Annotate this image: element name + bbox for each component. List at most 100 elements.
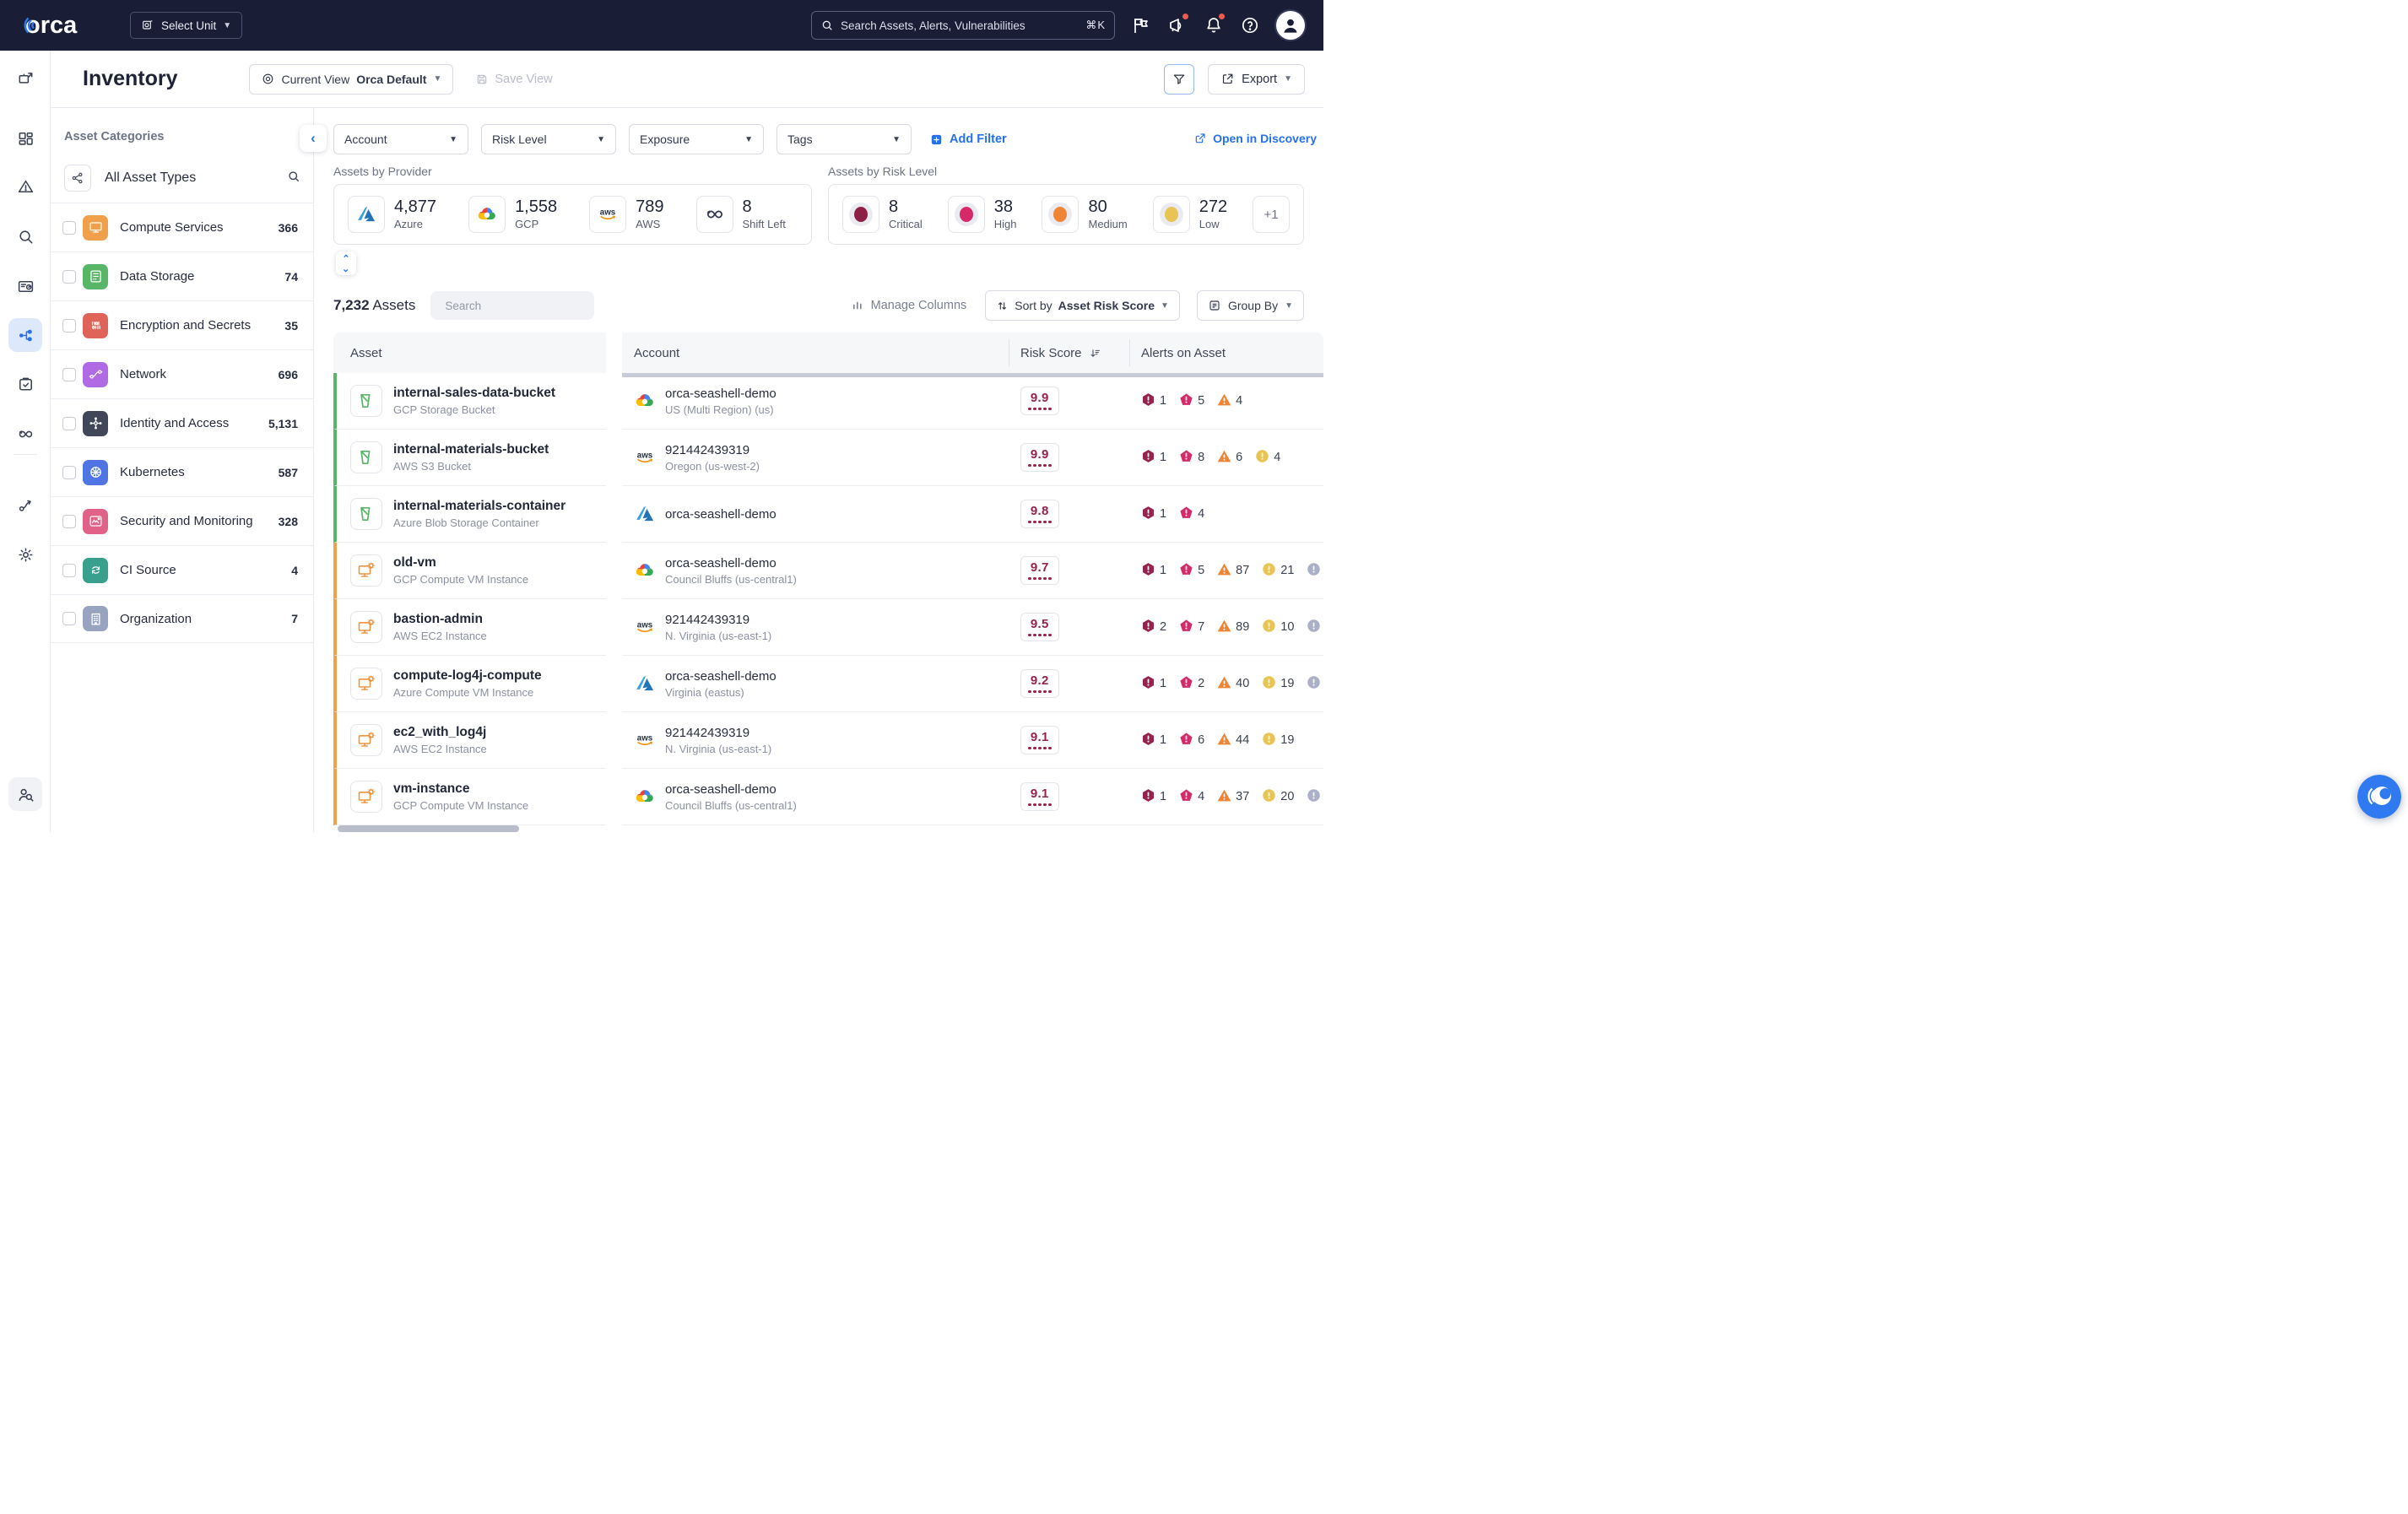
table-row-details[interactable]: aws 921442439319 Oregon (us-west-2) 9.9 1 8 6 4 [622,430,1323,486]
table-row-details[interactable]: orca-seashell-demo 9.8 1 4 [622,486,1323,543]
alert-count-critical[interactable]: 2 [1141,619,1166,636]
alert-count-medium[interactable]: 37 [1217,788,1249,806]
alert-count-high[interactable]: 5 [1179,562,1204,580]
chat-support-button[interactable] [2357,775,2401,819]
alert-count-low[interactable]: 4 [1255,449,1280,467]
category-item-organization[interactable]: Organization 7 [51,594,313,643]
sidebar-item-compliance[interactable] [8,367,42,401]
alert-count-info[interactable] [1307,788,1321,806]
sidebar-item-dashboard[interactable] [8,122,42,155]
avatar[interactable] [1276,11,1305,40]
sidebar-item-alerts[interactable] [8,170,42,203]
checkbox[interactable] [62,563,76,577]
collapse-stats-toggle[interactable]: ⌃ ⌃ [336,251,356,275]
alert-count-high[interactable]: 4 [1179,506,1204,523]
sidebar-item-assets-report[interactable] [8,269,42,303]
current-view-dropdown[interactable]: Current View Orca Default ▼ [248,63,454,95]
group-by-button[interactable]: Group By ▼ [1196,290,1304,321]
alert-count-critical[interactable]: 1 [1141,392,1166,410]
category-item-kubernetes[interactable]: Kubernetes 587 [51,447,313,496]
alert-count-critical[interactable]: 1 [1141,506,1166,523]
alert-count-high[interactable]: 4 [1179,788,1204,806]
alert-count-info[interactable]: 118 [1307,619,1323,636]
alert-count-medium[interactable]: 89 [1217,619,1249,636]
unpin-sidebar-icon[interactable] [8,62,42,96]
column-header-risk-score[interactable]: Risk Score [1009,333,1129,373]
sidebar-item-shift-left[interactable] [8,417,42,451]
checkbox[interactable] [62,416,76,430]
table-row-asset[interactable]: ec2_with_log4j AWS EC2 Instance [333,712,606,769]
risk-score-badge[interactable]: 9.1 [1020,781,1059,812]
sort-by-button[interactable]: Sort by Asset Risk Score ▼ [985,290,1180,321]
asset-name[interactable]: bastion-admin [393,612,487,627]
risk-stat-medium[interactable]: 80 Medium [1042,196,1128,233]
sidebar-item-inventory[interactable] [8,318,42,352]
table-row-details[interactable]: orca-seashell-demo US (Multi Region) (us)… [622,373,1323,430]
add-filter-button[interactable]: Add Filter [929,132,1007,147]
category-item-compute-services[interactable]: Compute Services 366 [51,203,313,251]
horizontal-scrollbar[interactable] [622,373,1323,377]
alert-count-critical[interactable]: 1 [1141,562,1166,580]
table-row-asset[interactable]: vm-instance GCP Compute VM Instance [333,769,606,825]
global-search[interactable]: ⌘K [811,11,1115,40]
asset-name[interactable]: vm-instance [393,781,528,797]
risk-score-badge[interactable]: 9.9 [1020,442,1059,473]
provider-stat-azure[interactable]: 4,877 Azure [348,196,436,233]
risk-stat-high[interactable]: 38 High [947,196,1016,233]
table-row-asset[interactable]: old-vm GCP Compute VM Instance [333,543,606,599]
filter-dropdown-risk-level[interactable]: Risk Level ▼ [481,124,616,154]
table-row-details[interactable]: aws 921442439319 N. Virginia (us-east-1) 9.… [622,599,1323,656]
asset-name[interactable]: old-vm [393,555,528,570]
alert-count-critical[interactable]: 1 [1141,788,1166,806]
provider-stat-gcp[interactable]: 1,558 GCP [468,196,557,233]
asset-name[interactable]: compute-log4j-compute [393,668,542,684]
table-row-asset[interactable]: internal-sales-data-bucket GCP Storage Bu… [333,373,606,430]
alert-count-critical[interactable]: 1 [1141,449,1166,467]
alert-count-high[interactable]: 7 [1179,619,1204,636]
alert-count-critical[interactable]: 1 [1141,675,1166,693]
sidebar-item-discovery[interactable] [8,219,42,253]
risk-score-badge[interactable]: 9.1 [1020,725,1059,755]
alert-count-medium[interactable]: 40 [1217,675,1249,693]
alert-count-high[interactable]: 8 [1179,449,1204,467]
alert-count-info[interactable]: 2 [1307,675,1323,693]
column-header-account[interactable]: Account [622,333,1009,373]
help-icon[interactable] [1240,15,1260,35]
table-search[interactable] [430,291,595,320]
alert-count-low[interactable]: 10 [1262,619,1294,636]
alert-count-medium[interactable]: 87 [1217,562,1249,580]
user-access-icon[interactable] [8,777,42,811]
table-search-input[interactable] [445,299,595,312]
select-unit-dropdown[interactable]: Select Unit ▼ [130,12,243,39]
checkbox[interactable] [62,367,76,381]
table-row-asset[interactable]: internal-materials-container Azure Blob S… [333,486,606,543]
risk-score-badge[interactable]: 9.2 [1020,668,1059,699]
export-button[interactable]: Export ▼ [1208,63,1305,95]
bell-icon[interactable] [1204,14,1225,35]
announcements-icon[interactable] [1167,14,1188,35]
alert-count-high[interactable]: 2 [1179,675,1204,693]
checkbox[interactable] [62,612,76,625]
checkbox[interactable] [62,318,76,333]
alert-count-info[interactable]: 120 [1307,562,1323,580]
alert-count-medium[interactable]: 4 [1217,392,1242,410]
alert-count-low[interactable]: 21 [1262,562,1294,580]
table-row-asset[interactable]: compute-log4j-compute Azure Compute VM In… [333,656,606,712]
risk-score-badge[interactable]: 9.7 [1020,555,1059,586]
alert-count-critical[interactable]: 1 [1141,732,1166,749]
horizontal-scrollbar-thumb[interactable] [338,825,519,832]
provider-stat-aws[interactable]: aws 789 AWS [589,196,664,233]
global-search-input[interactable] [841,19,1080,32]
risk-more-button[interactable]: +1 [1253,196,1290,233]
risk-score-badge[interactable]: 9.8 [1020,499,1059,529]
asset-name[interactable]: internal-sales-data-bucket [393,386,555,401]
table-row-details[interactable]: orca-seashell-demo Virginia (eastus) 9.2 1 2… [622,656,1323,712]
open-in-discovery-link[interactable]: Open in Discovery [1193,123,1317,154]
risk-stat-critical[interactable]: 8 Critical [842,196,923,233]
save-view-button[interactable]: Save View [475,73,553,86]
flag-icon[interactable] [1131,15,1151,35]
alert-count-low[interactable]: 19 [1262,732,1294,749]
asset-name[interactable]: internal-materials-bucket [393,442,549,457]
checkbox[interactable] [62,269,76,284]
alert-count-low[interactable]: 20 [1262,788,1294,806]
